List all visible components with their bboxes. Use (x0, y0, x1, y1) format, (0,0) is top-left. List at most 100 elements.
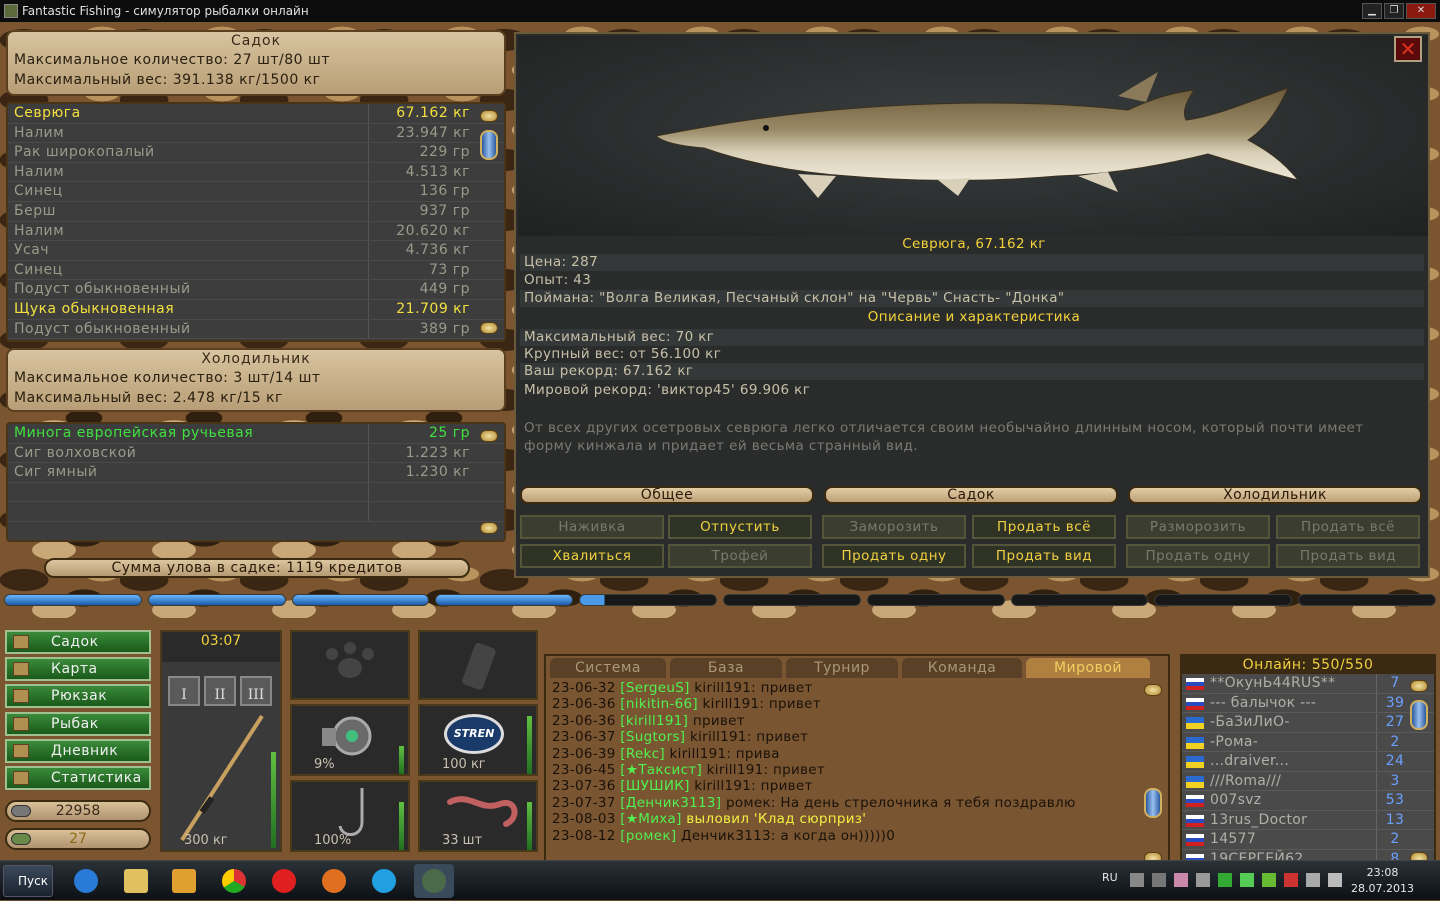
steam-icon[interactable] (1130, 873, 1144, 887)
chat-user[interactable]: [★Таксист] (620, 762, 702, 778)
fridge-sell-all-button[interactable]: Продать всё (1276, 515, 1420, 539)
list-item[interactable]: Подуст обыкновенный 389 гр (8, 319, 504, 340)
list-item[interactable]: Минога европейская ручьевая 25 гр (8, 424, 504, 444)
online-user[interactable]: -БаЗиЛиО- 27 (1182, 713, 1434, 733)
nav-button-1[interactable]: Карта (5, 657, 151, 682)
chat-tab[interactable]: Система (550, 658, 666, 678)
sadok-scrollbar[interactable] (476, 106, 502, 338)
sell-kind-button[interactable]: Продать вид (972, 544, 1116, 568)
list-item[interactable]: Севрюга 67.162 кг (8, 104, 504, 124)
rod-select-button[interactable]: I (168, 676, 200, 706)
sell-all-button[interactable]: Продать всё (972, 515, 1116, 539)
chat-scrollbar[interactable] (1140, 680, 1166, 868)
scroll-down-icon[interactable] (480, 522, 498, 534)
online-user[interactable]: 14577 2 (1182, 830, 1434, 850)
nav-button-0[interactable]: Садок (5, 630, 151, 654)
empty-slot-1[interactable] (290, 630, 410, 700)
list-item[interactable]: Налим 20.620 кг (8, 221, 504, 242)
rod-slot[interactable]: 03:07 I II III 300 кг (160, 630, 282, 852)
chat-user[interactable]: [ромек] (620, 828, 676, 844)
scroll-up-icon[interactable] (480, 430, 498, 442)
fridge-sell-kind-button[interactable]: Продать вид (1276, 544, 1420, 568)
rod-select-button[interactable]: II (204, 676, 236, 706)
clock[interactable]: 23:08 28.07.2013 (1351, 865, 1414, 897)
list-item[interactable]: Налим 23.947 кг (8, 123, 504, 144)
rod-select-button[interactable]: III (240, 676, 272, 706)
chat-tab[interactable]: Мировой (1026, 658, 1150, 678)
list-item[interactable] (8, 502, 504, 522)
online-user[interactable]: 007svz 53 (1182, 791, 1434, 811)
explorer-icon[interactable] (116, 864, 156, 898)
list-item[interactable]: Усач 4.736 кг (8, 241, 504, 261)
flag-icon[interactable] (1284, 873, 1298, 887)
chat-user[interactable]: [nikitin-66] (620, 696, 698, 712)
nav-button-5[interactable]: Статистика (5, 766, 151, 790)
app-tray-icon[interactable] (1174, 873, 1188, 887)
chat-user[interactable]: [kirill191] (620, 713, 688, 729)
hook-slot[interactable]: 100% (290, 780, 410, 852)
list-item[interactable]: Щука обыкновенная 21.709 кг (8, 299, 504, 320)
media-player-icon[interactable] (164, 864, 204, 898)
chat-user[interactable]: [Sugtors] (620, 729, 685, 745)
scroll-thumb[interactable] (480, 130, 498, 160)
scroll-down-icon[interactable] (480, 322, 498, 334)
list-item[interactable]: Синец 136 гр (8, 182, 504, 202)
skype-icon[interactable] (364, 864, 404, 898)
list-item[interactable]: Сиг ямный 1.230 кг (8, 463, 504, 483)
scroll-thumb[interactable] (1144, 788, 1162, 818)
start-button[interactable]: Пуск (3, 865, 53, 897)
online-user[interactable]: 13rus_Doctor 13 (1182, 810, 1434, 830)
monitor-icon[interactable] (1306, 873, 1320, 887)
chat-user[interactable]: [ШУШИК] (620, 778, 689, 794)
chat-user[interactable]: [★Миха] (620, 811, 681, 827)
tab-fridge[interactable]: Холодильник (1128, 486, 1422, 504)
list-item[interactable]: Подуст обыкновенный 449 гр (8, 280, 504, 300)
fishing-app-icon[interactable] (414, 864, 454, 898)
network-icon[interactable] (1152, 873, 1166, 887)
maximize-button[interactable]: ❐ (1384, 3, 1404, 19)
nav-button-2[interactable]: Рюкзак (5, 684, 151, 709)
volume-icon[interactable] (1328, 873, 1342, 887)
online-user[interactable]: ///Roma/// 3 (1182, 771, 1434, 791)
tab-general[interactable]: Общее (520, 486, 814, 504)
scroll-up-icon[interactable] (480, 110, 498, 122)
release-button[interactable]: Отпустить (668, 515, 812, 539)
online-user[interactable]: --- балычок --- 39 (1182, 693, 1434, 713)
language-indicator[interactable]: RU (1102, 871, 1118, 884)
list-item[interactable]: Синец 73 гр (8, 260, 504, 281)
reel-slot[interactable]: 9% (290, 704, 410, 776)
list-item[interactable]: Сиг волховской 1.223 кг (8, 443, 504, 464)
chat-user[interactable]: [Rekc] (620, 746, 665, 762)
unfreeze-button[interactable]: Разморозить (1126, 515, 1270, 539)
fridge-sell-one-button[interactable]: Продать одну (1126, 544, 1270, 568)
minimize-button[interactable]: ▁ (1362, 3, 1382, 19)
freeze-button[interactable]: Заморозить (822, 515, 966, 539)
list-item[interactable] (8, 482, 504, 503)
icq-icon[interactable] (1240, 873, 1254, 887)
close-window-button[interactable]: ✕ (1406, 3, 1436, 19)
close-panel-button[interactable]: ✕ (1394, 36, 1422, 62)
chat-tab[interactable]: База (670, 658, 782, 678)
bait-slot[interactable]: 33 шт (418, 780, 538, 852)
sell-one-button[interactable]: Продать одну (822, 544, 966, 568)
line-slot[interactable]: STREN 100 кг (418, 704, 538, 776)
chat-tab[interactable]: Команда (902, 658, 1022, 678)
empty-slot-2[interactable] (418, 630, 538, 700)
pen-icon[interactable] (1196, 873, 1210, 887)
list-item[interactable]: Налим 4.513 кг (8, 162, 504, 183)
ie-icon[interactable] (66, 864, 106, 898)
chat-user[interactable]: [Денчик3113] (620, 795, 721, 811)
kaspersky-icon[interactable] (1218, 873, 1232, 887)
fridge-scrollbar[interactable] (476, 426, 502, 538)
online-user[interactable]: ...draiver... 24 (1182, 752, 1434, 772)
trophy-button[interactable]: Трофей (668, 544, 812, 568)
tab-sadok[interactable]: Садок (824, 486, 1118, 504)
list-item[interactable]: Берш 937 гр (8, 201, 504, 222)
scroll-up-icon[interactable] (1410, 680, 1428, 692)
nav-button-4[interactable]: Дневник (5, 738, 151, 763)
brag-button[interactable]: Хвалиться (520, 544, 664, 568)
scroll-thumb[interactable] (1410, 700, 1428, 730)
chat-tab[interactable]: Турнир (786, 658, 898, 678)
nav-button-3[interactable]: Рыбак (5, 711, 151, 736)
nvidia-icon[interactable] (1262, 873, 1276, 887)
